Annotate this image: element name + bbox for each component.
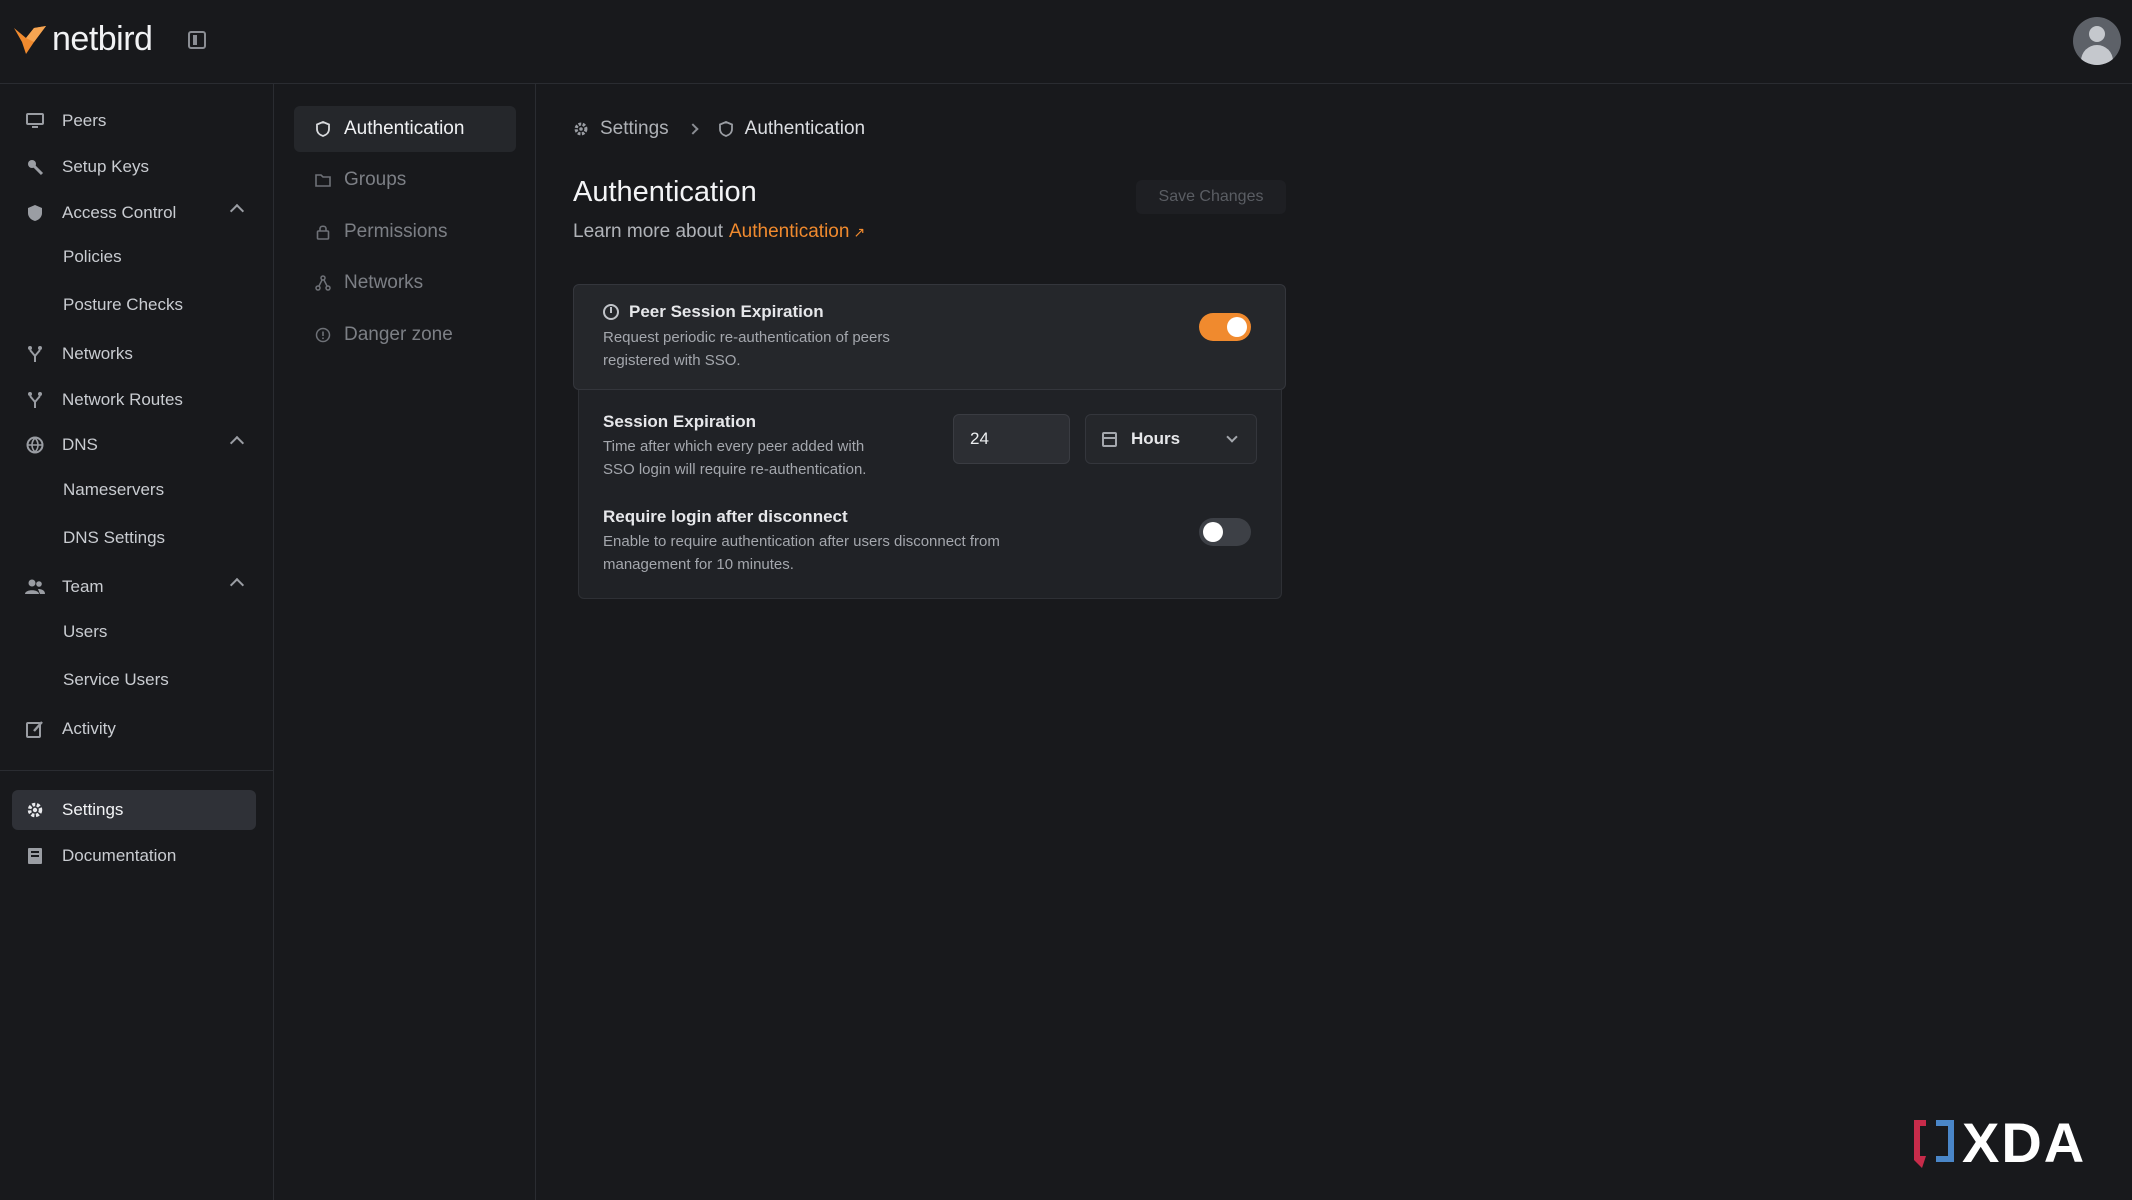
- sidebar-item-posture-checks[interactable]: Posture Checks: [63, 290, 183, 320]
- breadcrumb-authentication: Authentication: [744, 118, 866, 139]
- external-link-icon: ↗: [853, 224, 866, 240]
- sidebar-item-activity[interactable]: Activity: [12, 709, 256, 749]
- gear-icon: [25, 800, 45, 820]
- settings-nav-label: Networks: [344, 272, 424, 293]
- settings-nav-groups[interactable]: Groups: [294, 157, 516, 203]
- sidebar-item-label: Networks: [62, 344, 133, 363]
- settings-nav-danger-zone[interactable]: Danger zone: [294, 312, 516, 358]
- xda-watermark: XDA: [1910, 1110, 2086, 1175]
- chevron-right-icon: [686, 123, 699, 135]
- settings-nav-label: Danger zone: [344, 324, 453, 345]
- breadcrumb-settings[interactable]: Settings: [600, 118, 669, 140]
- settings-nav-label: Groups: [344, 169, 407, 190]
- sidebar-item-label: Activity: [62, 719, 116, 738]
- save-changes-button[interactable]: Save Changes: [1136, 180, 1286, 214]
- sidebar-item-label: Documentation: [62, 846, 177, 865]
- session-expiration-title: Session Expiration: [603, 412, 757, 431]
- settings-nav-authentication[interactable]: Authentication: [294, 106, 516, 152]
- netbird-bird-icon: [14, 25, 46, 54]
- gear-icon: [572, 120, 590, 138]
- sidebar-toggle-icon[interactable]: [188, 31, 206, 49]
- shield-outline-icon: [717, 120, 735, 138]
- sidebar-item-service-users[interactable]: Service Users: [63, 665, 169, 695]
- sidebar-item-networks[interactable]: Networks: [12, 334, 256, 374]
- session-expiration-desc-2: SSO login will require re-authentication…: [603, 461, 867, 478]
- shield-outline-icon: [314, 120, 332, 138]
- chevron-down-icon: [1226, 431, 1238, 443]
- require-login-toggle[interactable]: [1199, 518, 1251, 546]
- shield-icon: [25, 203, 45, 223]
- sidebar-item-label: DNS: [62, 435, 98, 454]
- session-expiration-input[interactable]: [953, 414, 1070, 464]
- sidebar-item-dns[interactable]: DNS: [12, 425, 256, 465]
- learn-more-prefix: Learn more about: [573, 221, 723, 242]
- settings-nav-label: Authentication: [344, 118, 465, 139]
- alert-circle-icon: [314, 326, 332, 344]
- calendar-icon: [1102, 431, 1117, 447]
- sidebar-item-label: Team: [62, 577, 104, 596]
- settings-nav-label: Permissions: [344, 221, 448, 242]
- sidebar-item-peers[interactable]: Peers: [12, 101, 256, 141]
- app-name: netbird: [52, 20, 153, 58]
- xda-logo-icon: [1914, 1119, 1954, 1168]
- user-avatar[interactable]: [2073, 17, 2121, 65]
- sidebar-item-label: Setup Keys: [62, 157, 149, 176]
- top-bar: netbird: [0, 0, 2132, 84]
- chevron-up-icon[interactable]: [229, 577, 245, 593]
- breadcrumb: Settings Authentication: [572, 118, 865, 140]
- session-expiration-desc-1: Time after which every peer added with: [603, 438, 865, 455]
- sidebar: Peers Setup Keys Access Control Policies…: [0, 84, 274, 1200]
- sidebar-item-setup-keys[interactable]: Setup Keys: [12, 147, 256, 187]
- users-icon: [25, 577, 45, 597]
- sidebar-item-documentation[interactable]: Documentation: [12, 836, 256, 876]
- sidebar-divider: [0, 770, 274, 771]
- peer-session-toggle[interactable]: [1199, 313, 1251, 341]
- sidebar-item-team[interactable]: Team: [12, 567, 256, 607]
- chevron-up-icon[interactable]: [229, 203, 245, 219]
- globe-icon: [25, 435, 45, 455]
- sidebar-item-settings[interactable]: Settings: [12, 790, 256, 830]
- sidebar-item-access-control[interactable]: Access Control: [12, 193, 256, 233]
- lock-icon: [314, 223, 332, 241]
- chevron-up-icon[interactable]: [229, 435, 245, 451]
- peer-session-desc-2: registered with SSO.: [603, 352, 741, 369]
- settings-nav: Authentication Groups Permissions Networ…: [274, 84, 536, 1200]
- route-icon: [25, 390, 45, 410]
- sidebar-item-label: Network Routes: [62, 390, 183, 409]
- activity-icon: [25, 719, 45, 739]
- book-icon: [25, 846, 45, 866]
- xda-text: XDA: [1962, 1111, 2087, 1174]
- sidebar-item-label: Access Control: [62, 203, 177, 222]
- key-icon: [25, 157, 45, 177]
- require-login-desc-2: management for 10 minutes.: [603, 556, 794, 573]
- require-login-desc-1: Enable to require authentication after u…: [603, 533, 1000, 550]
- sidebar-item-users[interactable]: Users: [63, 617, 107, 647]
- peer-session-title: Peer Session Expiration: [629, 302, 824, 321]
- session-unit-select[interactable]: Hours: [1085, 414, 1257, 464]
- monitor-icon: [25, 111, 45, 131]
- sidebar-item-dns-settings[interactable]: DNS Settings: [63, 523, 165, 553]
- sidebar-item-nameservers[interactable]: Nameservers: [63, 475, 164, 505]
- page-title: Authentication: [573, 176, 757, 208]
- network-nodes-icon: [314, 274, 332, 292]
- settings-nav-permissions[interactable]: Permissions: [294, 209, 516, 255]
- require-login-title: Require login after disconnect: [603, 507, 848, 526]
- learn-more-link[interactable]: Authentication: [729, 221, 849, 242]
- netbird-logo[interactable]: netbird: [12, 20, 153, 59]
- session-unit-value: Hours: [1131, 429, 1181, 448]
- sidebar-item-label: Settings: [62, 800, 124, 819]
- sidebar-item-label: Peers: [62, 111, 107, 130]
- sidebar-item-policies[interactable]: Policies: [63, 242, 122, 272]
- learn-more-text: Learn more about Authentication ↗: [573, 221, 865, 243]
- settings-nav-networks[interactable]: Networks: [294, 260, 516, 306]
- peer-session-desc-1: Request periodic re-authentication of pe…: [603, 329, 890, 346]
- timer-icon: [603, 304, 619, 320]
- folder-icon: [314, 171, 332, 189]
- sidebar-item-network-routes[interactable]: Network Routes: [12, 380, 256, 420]
- network-icon: [25, 344, 45, 364]
